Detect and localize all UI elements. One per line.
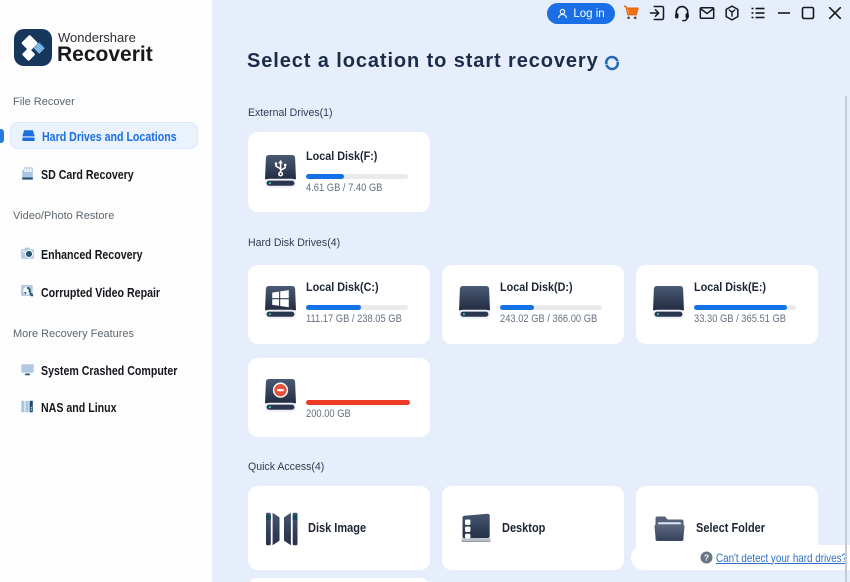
svg-text:?: ?: [704, 552, 709, 562]
